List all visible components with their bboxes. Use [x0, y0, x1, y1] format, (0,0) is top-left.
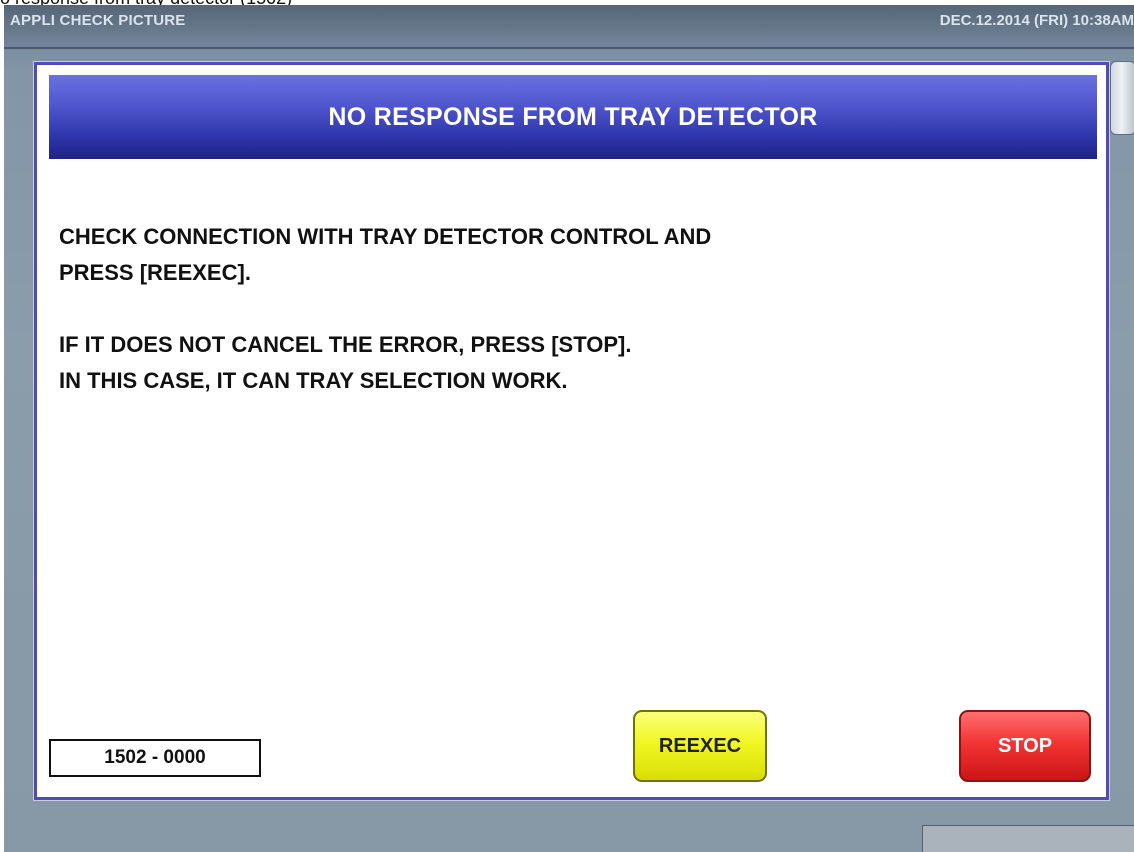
message-line: CHECK CONNECTION WITH TRAY DETECTOR CONT…: [59, 224, 712, 249]
message-line: PRESS [REEXEC].: [59, 260, 251, 285]
error-message: CHECK CONNECTION WITH TRAY DETECTOR CONT…: [59, 219, 1059, 399]
background-panel-button: [922, 825, 1134, 852]
message-spacer: [59, 291, 1059, 327]
message-line: IF IT DOES NOT CANCEL THE ERROR, PRESS […: [59, 332, 632, 357]
app-title: APPLI CHECK PICTURE: [10, 12, 186, 29]
dialog-title: NO RESPONSE FROM TRAY DETECTOR: [328, 102, 818, 131]
stop-button[interactable]: STOP: [959, 710, 1091, 782]
dialog-header: NO RESPONSE FROM TRAY DETECTOR: [49, 75, 1097, 159]
device-screen: APPLI CHECK PICTURE DEC.12.2014 (FRI) 10…: [4, 5, 1134, 852]
reexec-button[interactable]: REEXEC: [633, 710, 767, 782]
error-dialog: NO RESPONSE FROM TRAY DETECTOR CHECK CON…: [34, 62, 1109, 800]
message-line: IN THIS CASE, IT CAN TRAY SELECTION WORK…: [59, 368, 568, 393]
error-code-display: 1502 - 0000: [49, 739, 261, 777]
top-status-bar: APPLI CHECK PICTURE DEC.12.2014 (FRI) 10…: [4, 5, 1134, 49]
scrollbar-thumb[interactable]: [1110, 61, 1134, 135]
date-time-display: DEC.12.2014 (FRI) 10:38AM: [939, 12, 1134, 29]
